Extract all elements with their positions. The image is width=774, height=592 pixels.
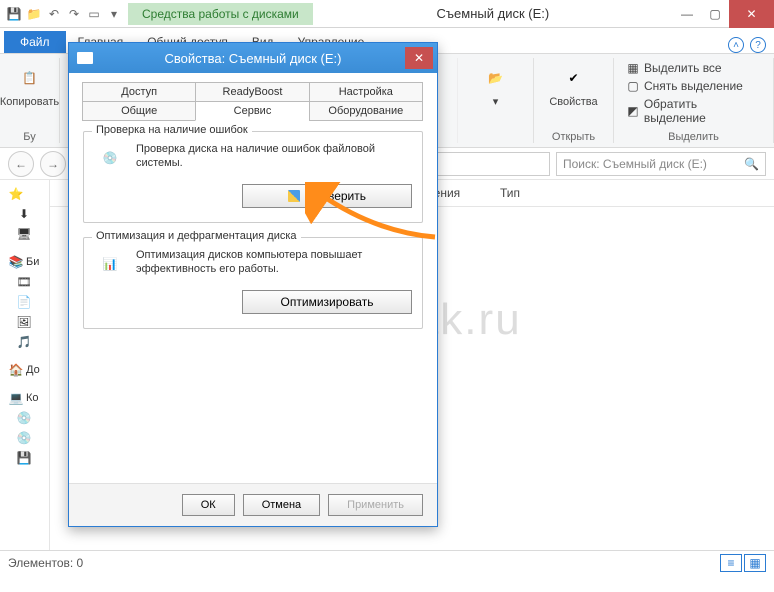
drive-icon: 💾 (6, 6, 22, 22)
tab-service[interactable]: Сервис (195, 101, 309, 121)
select-all-icon: ▦ (626, 61, 640, 75)
deselect-icon: ▢ (626, 79, 640, 93)
tab-file[interactable]: Файл (4, 31, 66, 53)
properties-dialog: Свойства: Съемный диск (E:) ✕ Доступ Rea… (68, 42, 438, 527)
undo-icon[interactable]: ↶ (46, 6, 62, 22)
properties-button[interactable]: ✔ Свойства (544, 60, 604, 110)
dialog-close-button[interactable]: ✕ (405, 47, 433, 69)
shield-icon (288, 190, 300, 202)
open-icon: 📂 (480, 62, 512, 94)
optimize-button[interactable]: Оптимизировать (242, 290, 412, 314)
select-group-label: Выделить (668, 131, 719, 143)
open-dropdown-button[interactable]: 📂 ▾ (466, 60, 526, 110)
maximize-button[interactable]: ▢ (701, 0, 729, 28)
forward-button[interactable]: → (40, 151, 66, 177)
invert-selection-button[interactable]: ◩Обратить выделение (622, 96, 765, 126)
properties-icon: ✔ (558, 62, 590, 94)
search-input[interactable]: Поиск: Съемный диск (E:) 🔍 (556, 152, 766, 176)
open-group-label: Открыть (552, 131, 595, 143)
tab-customize[interactable]: Настройка (309, 82, 423, 102)
window-title: Съемный диск (E:) (313, 6, 673, 21)
status-item-count: Элементов: 0 (8, 556, 83, 570)
view-details-button[interactable]: ≡ (720, 554, 742, 572)
tab-hardware[interactable]: Оборудование (309, 101, 423, 121)
window-close-button[interactable]: ✕ (729, 0, 774, 28)
props-qat-icon[interactable]: ▭ (86, 6, 102, 22)
optimize-icon: 📊 (94, 248, 126, 280)
redo-icon[interactable]: ↷ (66, 6, 82, 22)
check-button[interactable]: Проверить (242, 184, 412, 208)
copy-button[interactable]: 📋 Копировать (0, 60, 60, 110)
search-placeholder: Поиск: Съемный диск (E:) (563, 157, 707, 171)
deselect-button[interactable]: ▢Снять выделение (622, 78, 765, 94)
error-check-title: Проверка на наличие ошибок (92, 124, 252, 136)
minimize-button[interactable]: — (673, 0, 701, 28)
tab-readyboost[interactable]: ReadyBoost (195, 82, 309, 102)
search-icon: 🔍 (744, 157, 759, 171)
cancel-button[interactable]: Отмена (243, 494, 320, 516)
ribbon-minimize-icon[interactable]: ˄ (728, 37, 744, 53)
drive-check-icon: 💿 (94, 142, 126, 174)
context-tab-disk-tools[interactable]: Средства работы с дисками (128, 3, 313, 25)
nav-tree[interactable]: ⭐ ⬇ 🖥 📚Би 🎞 📄 🖼 🎵 🏠До 💻Ко 💿 💿 💾 (0, 180, 50, 550)
help-icon[interactable]: ? (750, 37, 766, 53)
drive-icon (77, 52, 93, 64)
view-icons-button[interactable]: ▦ (744, 554, 766, 572)
tab-access[interactable]: Доступ (82, 82, 196, 102)
folder-icon[interactable]: 📁 (26, 6, 42, 22)
clipboard-group-label: Бу (23, 131, 35, 143)
optimize-text: Оптимизация дисков компьютера повышает э… (136, 248, 412, 277)
qat-dropdown-icon[interactable]: ▾ (106, 6, 122, 22)
dialog-title: Свойства: Съемный диск (E:) (101, 51, 405, 66)
ok-button[interactable]: ОК (182, 494, 235, 516)
tab-general[interactable]: Общие (82, 101, 196, 121)
optimize-group: Оптимизация и дефрагментация диска 📊 Опт… (83, 237, 423, 329)
error-check-text: Проверка диска на наличие ошибок файлово… (136, 142, 412, 171)
copy-icon: 📋 (14, 62, 46, 94)
error-check-group: Проверка на наличие ошибок 💿 Проверка ди… (83, 131, 423, 223)
optimize-title: Оптимизация и дефрагментация диска (92, 230, 301, 242)
invert-icon: ◩ (626, 104, 640, 118)
column-type[interactable]: Тип (500, 186, 520, 200)
back-button[interactable]: ← (8, 151, 34, 177)
apply-button[interactable]: Применить (328, 494, 423, 516)
select-all-button[interactable]: ▦Выделить все (622, 60, 765, 76)
